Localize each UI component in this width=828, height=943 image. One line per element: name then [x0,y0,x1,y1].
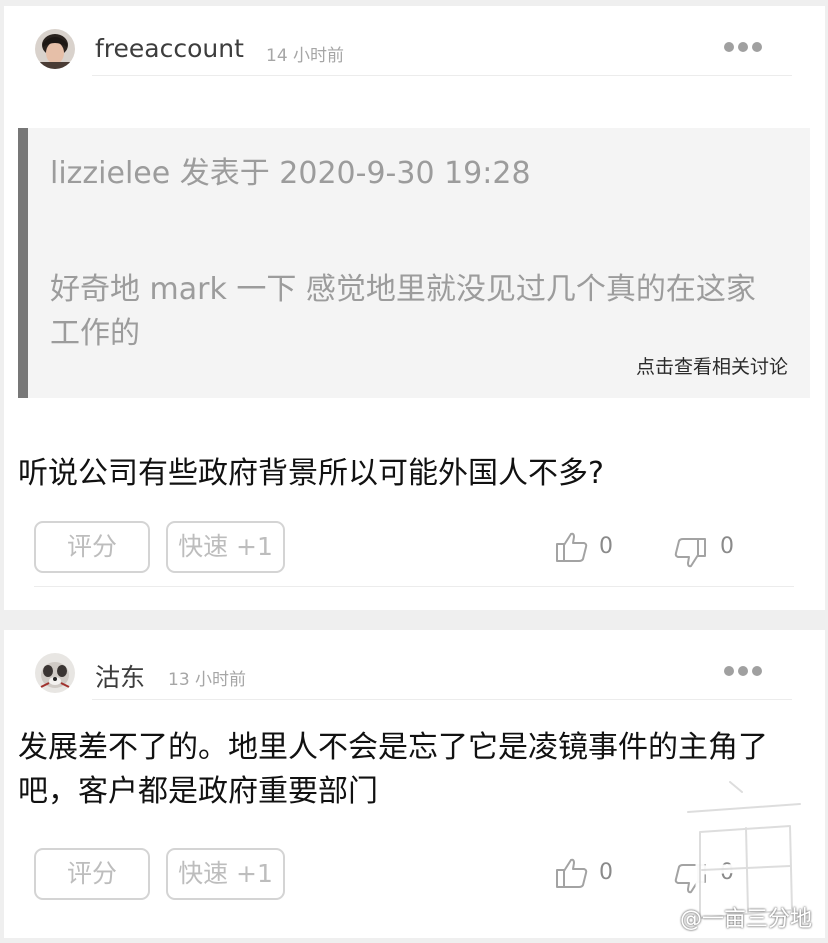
quote-bar [18,128,28,398]
post-body: 发展差不了的。地里人不会是忘了它是凌镜事件的主角了吧，客户都是政府重要部门 [18,730,768,809]
thumbs-down-icon[interactable] [673,536,707,570]
rate-button[interactable]: 评分 [34,521,150,573]
quote-text: 好奇地 mark 一下 感觉地里就没见过几个真的在这家工作的 [50,272,756,351]
like-count: 0 [599,534,613,559]
dislike-count: 0 [720,534,734,559]
more-dots-icon[interactable] [724,664,764,678]
view-discussion-link[interactable]: 点击查看相关讨论 [636,352,788,379]
post-body: 听说公司有些政府背景所以可能外国人不多? [18,456,604,491]
watermark-text: @一亩三分地 [679,907,812,932]
avatar[interactable] [35,653,75,693]
quick-plus-one-button[interactable]: 快速 +1 [166,521,285,573]
more-dots-icon[interactable] [724,40,764,54]
post-time: 13 小时前 [168,670,247,690]
divider [92,699,792,700]
thumbs-down-icon[interactable] [673,862,707,896]
divider [34,586,794,587]
quote-block: lizzielee 发表于 2020-9-30 19:28 好奇地 mark 一… [18,128,810,398]
username[interactable]: freeaccount [95,34,244,63]
thumbs-up-icon[interactable] [555,530,589,564]
thumbs-up-icon[interactable] [555,856,589,890]
quote-meta: lizzielee 发表于 2020-9-30 19:28 [50,156,531,191]
post-time: 14 小时前 [266,46,345,66]
like-count: 0 [599,860,613,885]
rate-button[interactable]: 评分 [34,848,150,900]
quick-plus-one-button[interactable]: 快速 +1 [166,848,285,900]
username[interactable]: 沽东 [95,658,145,694]
post-card: freeaccount 14 小时前 lizzielee 发表于 2020-9-… [4,6,825,610]
post-card: 沽东 13 小时前 发展差不了的。地里人不会是忘了它是凌镜事件的主角了吧，客户都… [4,630,825,938]
dislike-count: 0 [720,860,734,885]
avatar[interactable] [35,29,75,69]
divider [92,75,792,76]
